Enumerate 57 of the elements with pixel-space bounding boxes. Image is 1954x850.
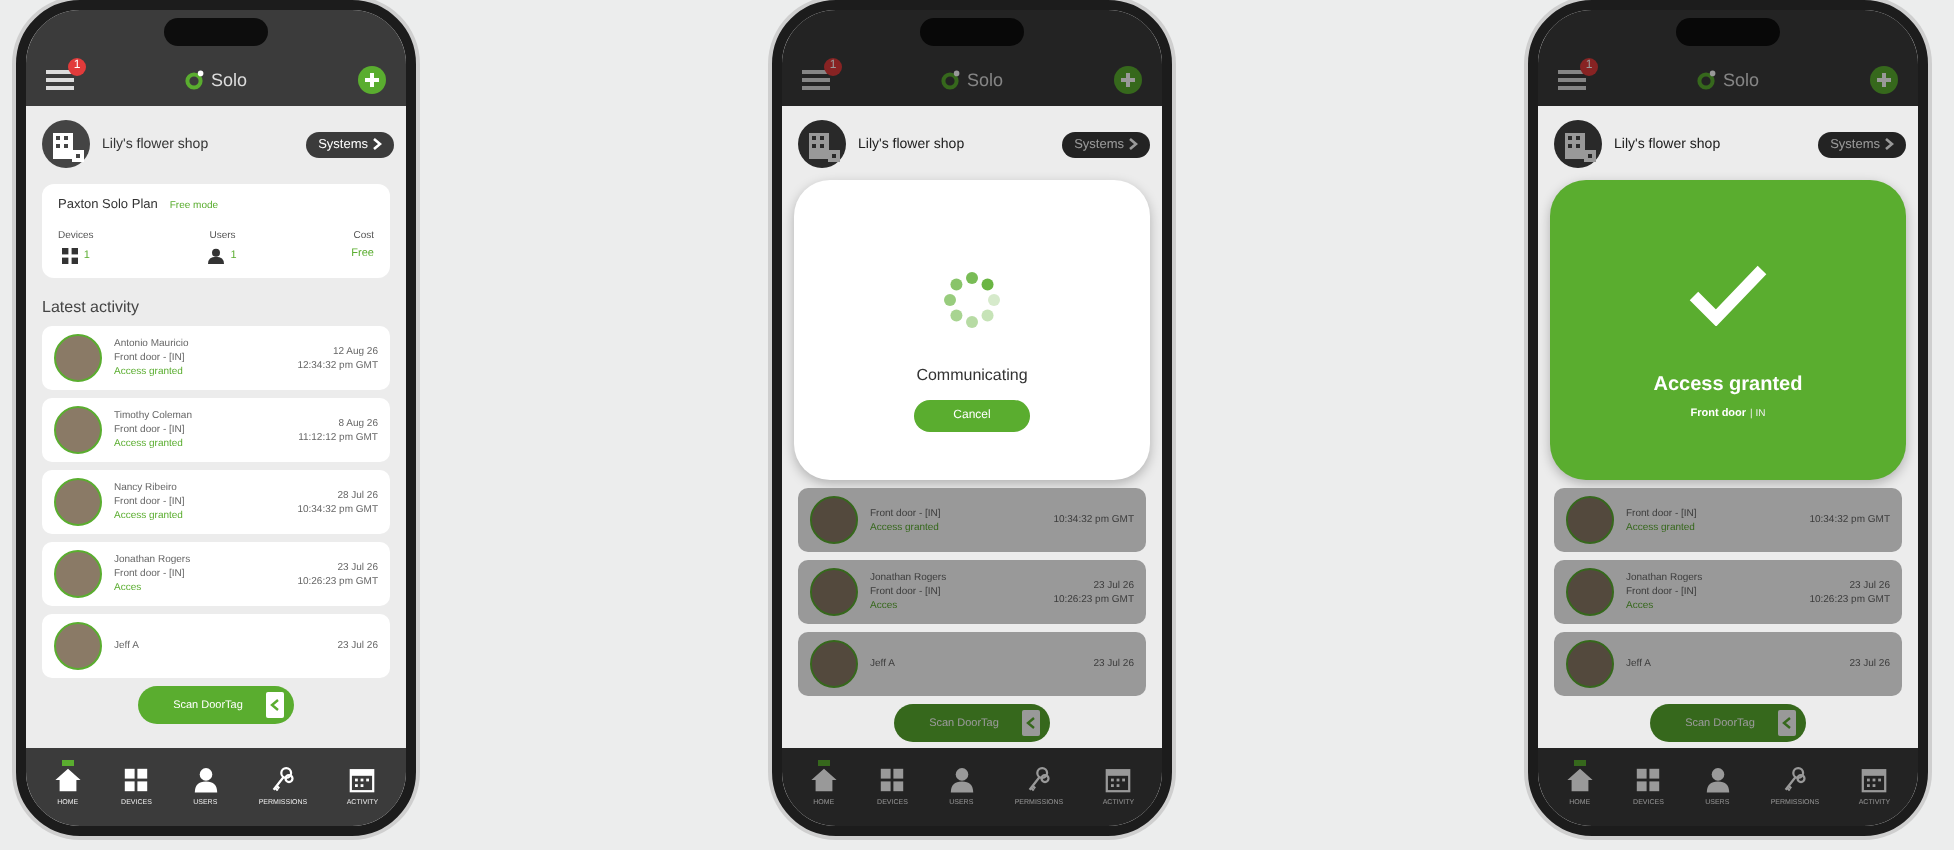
tag-icon [1022, 710, 1041, 736]
chevron-icon [1128, 138, 1138, 150]
calendar-icon [1104, 766, 1133, 794]
home-icon [809, 766, 838, 794]
check-icon [1688, 261, 1768, 325]
grid-icon [1634, 766, 1663, 794]
building-icon [798, 120, 846, 168]
building-icon [1554, 120, 1602, 168]
chevron-icon [1884, 138, 1894, 150]
app-logo-text: Solo [1722, 70, 1759, 90]
home-icon [53, 766, 82, 794]
avatar [54, 406, 102, 454]
app-logo-text: Solo [210, 70, 247, 90]
menu-icon[interactable] [46, 68, 74, 92]
avatar [54, 550, 102, 598]
keys-icon [1780, 766, 1809, 794]
grid-icon [61, 248, 78, 264]
avatar [1566, 568, 1614, 616]
person-icon [1703, 766, 1732, 794]
add-icon[interactable] [1113, 66, 1142, 94]
avatar [1566, 640, 1614, 688]
person-icon [208, 248, 225, 264]
avatar [1566, 496, 1614, 544]
avatar [810, 568, 858, 616]
section-title: Latest activity [42, 298, 141, 316]
tag-icon [1778, 710, 1797, 736]
home-icon [1565, 766, 1594, 794]
camera-notch [164, 18, 268, 46]
keys-icon [1024, 766, 1053, 794]
grid-icon [122, 766, 151, 794]
avatar [810, 496, 858, 544]
person-icon [947, 766, 976, 794]
chevron-icon [372, 138, 382, 150]
menu-icon[interactable] [1558, 68, 1586, 92]
add-icon[interactable] [1869, 66, 1898, 94]
ring-logo-icon [184, 70, 205, 90]
keys-icon [268, 766, 297, 794]
camera-notch [1676, 18, 1780, 46]
calendar-icon [348, 766, 377, 794]
ring-logo-icon [940, 70, 961, 90]
dialog-title: Access granted [1653, 373, 1803, 395]
grid-icon [878, 766, 907, 794]
person-icon [191, 766, 220, 794]
building-icon [42, 120, 90, 168]
avatar [54, 478, 102, 526]
spinner-icon [942, 269, 1002, 329]
avatar [54, 622, 102, 670]
menu-icon[interactable] [802, 68, 830, 92]
tag-icon [266, 692, 285, 718]
avatar [810, 640, 858, 688]
dialog-message: Communicating [916, 365, 1028, 383]
camera-notch [920, 18, 1024, 46]
ring-logo-icon [1696, 70, 1717, 90]
add-icon[interactable] [357, 66, 386, 94]
calendar-icon [1860, 766, 1889, 794]
app-logo-text: Solo [966, 70, 1003, 90]
avatar [54, 334, 102, 382]
